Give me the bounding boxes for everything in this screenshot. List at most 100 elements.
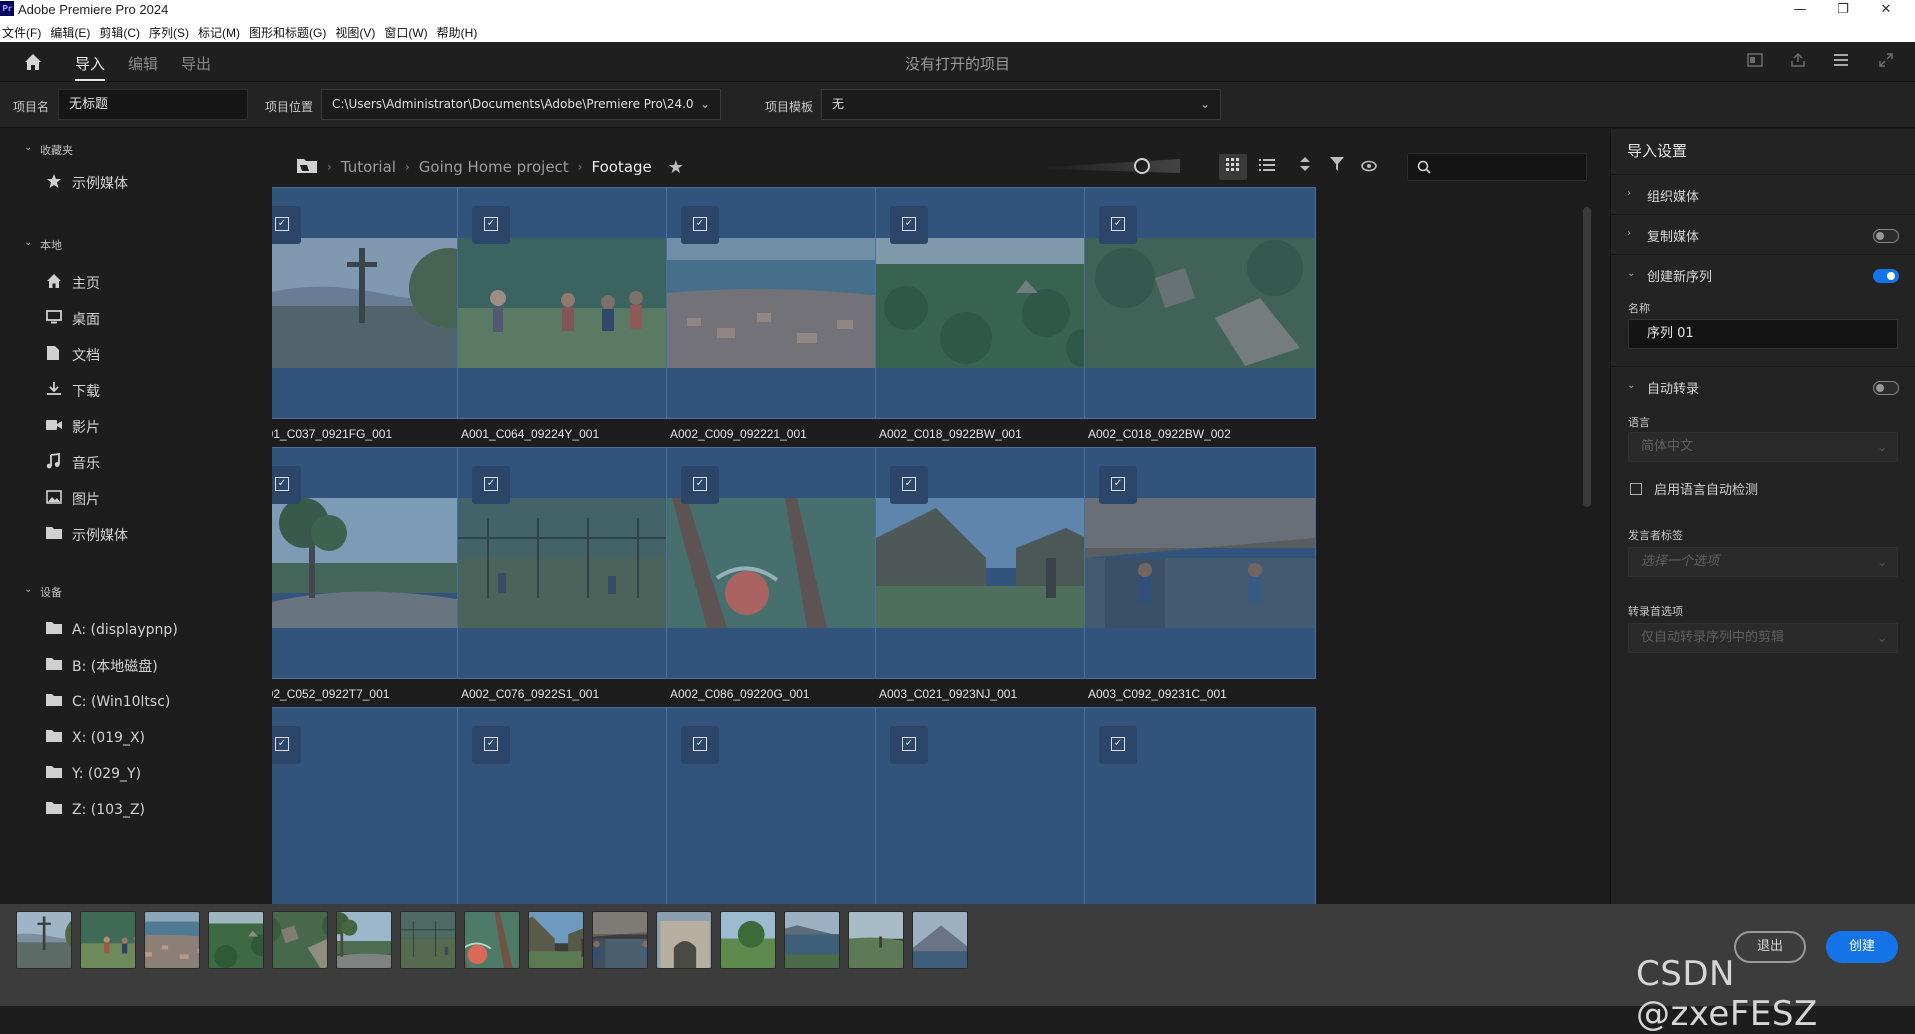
fullscreen-icon[interactable] (1876, 52, 1896, 72)
sequence-name-input[interactable]: 序列 01 (1628, 319, 1898, 349)
share-icon[interactable] (1788, 52, 1808, 72)
menu-window[interactable]: 窗口(W) (382, 21, 434, 42)
tab-import[interactable]: 导入 (75, 53, 105, 74)
copy-media-row[interactable]: › 复制媒体 (1611, 214, 1915, 254)
clip-card[interactable]: ✓ (457, 707, 689, 904)
selected-clip-thumbnail[interactable] (848, 911, 904, 969)
maximize-button[interactable]: ❐ (1823, 0, 1863, 21)
clip-checkbox[interactable]: ✓ (1099, 206, 1137, 244)
devices-item[interactable]: X: (019_X) (46, 727, 266, 749)
local-item[interactable]: 主页 (46, 272, 266, 294)
preview-eye-icon[interactable] (1355, 154, 1383, 180)
menu-graphics[interactable]: 图形和标题(G) (247, 21, 333, 42)
clip-card[interactable]: ✓ (457, 447, 689, 679)
clip-checkbox[interactable]: ✓ (472, 206, 510, 244)
language-dropdown[interactable]: 简体中文 ⌄ (1628, 432, 1898, 462)
clip-checkbox[interactable]: ✓ (1099, 726, 1137, 764)
speaker-dropdown[interactable]: 选择一个选项 ⌄ (1628, 547, 1898, 577)
selected-clip-thumbnail[interactable] (720, 911, 776, 969)
clip-card[interactable]: ✓ (272, 447, 480, 679)
quit-button[interactable]: 退出 (1734, 931, 1806, 963)
devices-item[interactable]: C: (Win10ltsc) (46, 691, 266, 713)
grid-view-icon[interactable] (1219, 154, 1247, 180)
clip-card[interactable]: ✓ (1084, 447, 1316, 679)
clip-card[interactable]: ✓ (875, 707, 1107, 904)
clip-card[interactable]: ✓ (272, 707, 480, 904)
local-item[interactable]: 图片 (46, 488, 266, 510)
tab-export[interactable]: 导出 (181, 53, 211, 74)
selected-clip-thumbnail[interactable] (592, 911, 648, 969)
clip-checkbox[interactable]: ✓ (890, 206, 928, 244)
breadcrumb-item[interactable]: Tutorial (341, 158, 396, 176)
favorites-item[interactable]: 示例媒体 (46, 172, 266, 194)
local-item[interactable]: 示例媒体 (46, 524, 266, 546)
clip-card[interactable]: ✓ (1084, 187, 1316, 419)
favorites-section-header[interactable]: ⌄ 收藏夹 (24, 142, 73, 158)
local-item[interactable]: 桌面 (46, 308, 266, 330)
auto-transcribe-toggle[interactable] (1873, 381, 1899, 395)
selected-clip-thumbnail[interactable] (656, 911, 712, 969)
project-template-dropdown[interactable]: 无 ⌄ (821, 89, 1221, 120)
menu-help[interactable]: 帮助(H) (435, 21, 485, 42)
clip-checkbox[interactable]: ✓ (681, 726, 719, 764)
clip-card[interactable]: ✓ (666, 707, 898, 904)
selected-clip-thumbnail[interactable] (144, 911, 200, 969)
search-input[interactable] (1407, 153, 1587, 181)
organize-media-row[interactable]: › 组织媒体 (1611, 174, 1915, 214)
selected-clip-thumbnail[interactable] (80, 911, 136, 969)
home-icon[interactable] (22, 51, 44, 73)
clip-checkbox[interactable]: ✓ (1099, 466, 1137, 504)
local-item[interactable]: 影片 (46, 416, 266, 438)
local-item[interactable]: 下载 (46, 380, 266, 402)
menu-edit[interactable]: 编辑(E) (48, 21, 97, 42)
clip-card[interactable]: ✓ (875, 187, 1107, 419)
menu-sequence[interactable]: 序列(S) (147, 21, 196, 42)
project-name-input[interactable]: 无标题 (58, 89, 248, 120)
selected-clip-thumbnail[interactable] (912, 911, 968, 969)
menu-view[interactable]: 视图(V) (333, 21, 382, 42)
clip-checkbox[interactable]: ✓ (272, 206, 301, 244)
tab-edit[interactable]: 编辑 (128, 53, 158, 74)
scrollbar[interactable] (1583, 207, 1591, 507)
local-item[interactable]: 文档 (46, 344, 266, 366)
sort-icon[interactable] (1291, 154, 1319, 180)
clip-checkbox[interactable]: ✓ (681, 466, 719, 504)
thumbnail-size-slider[interactable] (1040, 159, 1180, 173)
breadcrumb-item[interactable]: Going Home project (419, 158, 569, 176)
workspace-menu-icon[interactable] (1831, 52, 1851, 72)
selected-clip-thumbnail[interactable] (464, 911, 520, 969)
selected-clip-thumbnail[interactable] (336, 911, 392, 969)
quick-export-icon[interactable] (1745, 52, 1765, 72)
local-section-header[interactable]: ⌄ 本地 (24, 237, 62, 253)
selected-clip-thumbnail[interactable] (400, 911, 456, 969)
folder-icon[interactable] (296, 156, 318, 178)
favorite-star-icon[interactable]: ★ (668, 157, 684, 178)
transcribe-pref-dropdown[interactable]: 仅自动转录序列中的剪辑 ⌄ (1628, 623, 1898, 653)
new-sequence-toggle[interactable] (1873, 269, 1899, 283)
slider-handle[interactable] (1134, 158, 1150, 174)
filter-icon[interactable] (1323, 154, 1351, 180)
clip-checkbox[interactable]: ✓ (890, 726, 928, 764)
minimize-button[interactable]: — (1780, 0, 1820, 21)
clip-checkbox[interactable]: ✓ (472, 726, 510, 764)
clip-checkbox[interactable]: ✓ (272, 466, 301, 504)
menu-clip[interactable]: 剪辑(C) (97, 21, 147, 42)
selected-clip-thumbnail[interactable] (528, 911, 584, 969)
selected-clip-thumbnail[interactable] (272, 911, 328, 969)
menu-markers[interactable]: 标记(M) (196, 21, 247, 42)
menu-file[interactable]: 文件(F) (0, 21, 48, 42)
local-item[interactable]: 音乐 (46, 452, 266, 474)
language-autodetect-checkbox[interactable]: 启用语言自动检测 (1630, 479, 1758, 498)
clip-checkbox[interactable]: ✓ (681, 206, 719, 244)
devices-section-header[interactable]: ⌄ 设备 (24, 584, 62, 600)
selected-clip-thumbnail[interactable] (784, 911, 840, 969)
create-button[interactable]: 创建 (1826, 931, 1898, 963)
devices-item[interactable]: A: (displaypnp) (46, 619, 266, 641)
clip-checkbox[interactable]: ✓ (472, 466, 510, 504)
clip-card[interactable]: ✓ (875, 447, 1107, 679)
clip-card[interactable]: ✓ (666, 187, 898, 419)
devices-item[interactable]: Y: (029_Y) (46, 763, 266, 785)
list-view-icon[interactable] (1253, 154, 1281, 180)
clip-card[interactable]: ✓ (666, 447, 898, 679)
clip-card[interactable]: ✓ (1084, 707, 1316, 904)
